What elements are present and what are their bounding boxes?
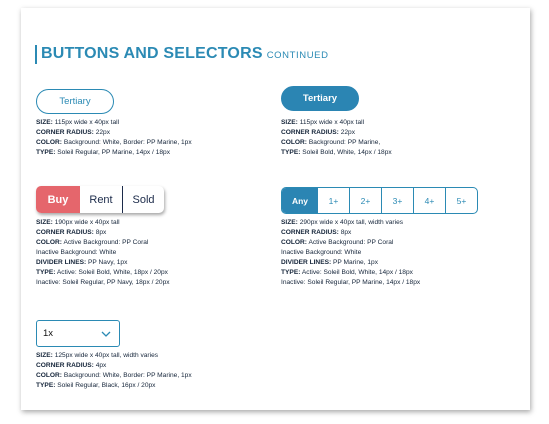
segment-any[interactable]: Any bbox=[282, 188, 318, 213]
spec-row: SIZE: 190px wide x 40px tall bbox=[36, 219, 120, 226]
segmented-marine-specs: SIZE: 290px wide x 40px tall, width vari… bbox=[281, 218, 420, 288]
segment-2-plus[interactable]: 2+ bbox=[349, 188, 381, 213]
spec-row: TYPE: Soleil Bold, White, 14px / 18px bbox=[281, 149, 392, 156]
spec-row: SIZE: 290px wide x 40px tall, width vari… bbox=[281, 219, 404, 226]
page-title: BUTTONS AND SELECTORS CONTINUED bbox=[35, 45, 329, 64]
segment-4-plus[interactable]: 4+ bbox=[413, 188, 445, 213]
spec-row: SIZE: 125px wide x 40px tall, width vari… bbox=[36, 352, 159, 359]
spec-row: Inactive Background: White bbox=[281, 249, 362, 256]
spec-row: DIVIDER LINES: PP Navy, 1px bbox=[36, 259, 128, 266]
spec-row: CORNER RADIUS: 22px bbox=[281, 129, 356, 136]
spec-row: CORNER RADIUS: 8px bbox=[36, 229, 107, 236]
bedroom-count-selector: Any 1+ 2+ 3+ 4+ 5+ bbox=[281, 187, 478, 214]
spec-row: COLOR: Background: White, Border: PP Mar… bbox=[36, 139, 192, 146]
spec-row: Inactive: Soleil Regular, PP Navy, 18px … bbox=[36, 279, 170, 286]
segment-rent[interactable]: Rent bbox=[80, 186, 122, 213]
spec-row: COLOR: Active Background: PP Coral bbox=[281, 239, 394, 246]
spec-row: TYPE: Active: Soleil Bold, White, 18px /… bbox=[36, 269, 168, 276]
tertiary-outline-specs: SIZE: 115px wide x 40px tall CORNER RADI… bbox=[36, 118, 192, 158]
spec-row: DIVIDER LINES: PP Marine, 1px bbox=[281, 259, 378, 266]
spec-row: SIZE: 115px wide x 40px tall bbox=[36, 119, 120, 126]
segment-sold[interactable]: Sold bbox=[122, 186, 164, 213]
buy-rent-sold-selector: Buy Rent Sold bbox=[36, 186, 164, 213]
spec-row: SIZE: 115px wide x 40px tall bbox=[281, 119, 365, 126]
tertiary-filled-button[interactable]: Tertiary bbox=[281, 86, 359, 111]
select-value: 1x bbox=[43, 328, 54, 339]
spec-row: COLOR: Background: PP Marine, bbox=[281, 139, 381, 146]
spec-row: COLOR: Active Background: PP Coral bbox=[36, 239, 149, 246]
tertiary-outline-button[interactable]: Tertiary bbox=[36, 89, 114, 114]
dropdown-specs: SIZE: 125px wide x 40px tall, width vari… bbox=[36, 351, 192, 391]
spec-row: TYPE: Active: Soleil Bold, White, 14px /… bbox=[281, 269, 413, 276]
spec-row: CORNER RADIUS: 8px bbox=[281, 229, 352, 236]
spec-row: Inactive Background: White bbox=[36, 249, 117, 256]
spec-row: CORNER RADIUS: 4px bbox=[36, 362, 107, 369]
spec-row: COLOR: Background: White, Border: PP Mar… bbox=[36, 372, 192, 379]
spec-row: Inactive: Soleil Regular, PP Marine, 14p… bbox=[281, 279, 421, 286]
segmented-coral-specs: SIZE: 190px wide x 40px tall CORNER RADI… bbox=[36, 218, 170, 288]
segment-buy[interactable]: Buy bbox=[36, 186, 80, 213]
tertiary-filled-specs: SIZE: 115px wide x 40px tall CORNER RADI… bbox=[281, 118, 392, 158]
page-title-suffix: CONTINUED bbox=[266, 50, 329, 61]
style-guide-card: BUTTONS AND SELECTORS CONTINUED Tertiary … bbox=[21, 8, 530, 410]
segment-5-plus[interactable]: 5+ bbox=[445, 188, 477, 213]
spec-row: TYPE: Soleil Regular, PP Marine, 14px / … bbox=[36, 149, 171, 156]
segment-3-plus[interactable]: 3+ bbox=[381, 188, 413, 213]
chevron-down-icon bbox=[101, 331, 111, 337]
quantity-select[interactable]: 1x bbox=[36, 320, 120, 347]
segment-1-plus[interactable]: 1+ bbox=[318, 188, 349, 213]
spec-row: CORNER RADIUS: 22px bbox=[36, 129, 111, 136]
spec-row: TYPE: Soleil Regular, Black, 16px / 20px bbox=[36, 382, 156, 389]
